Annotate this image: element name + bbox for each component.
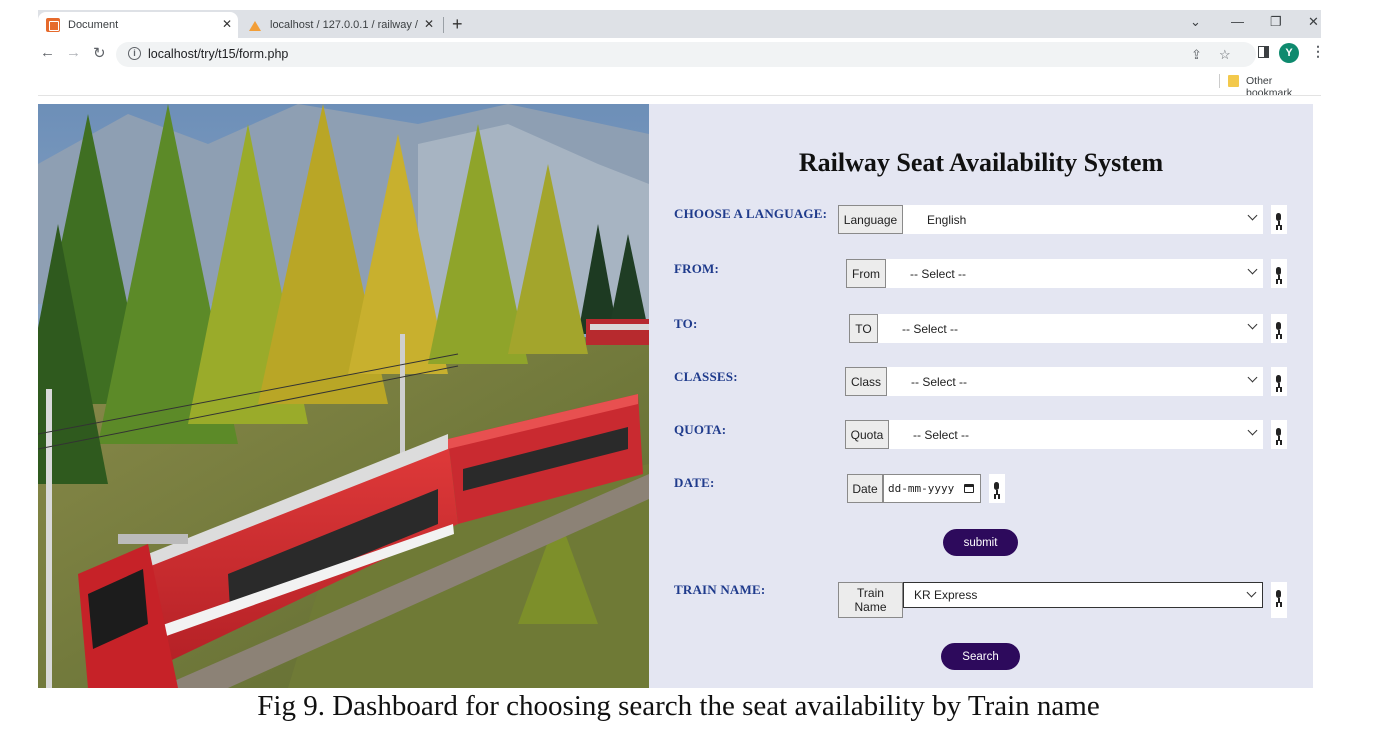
menu-kebab-icon[interactable]: ⋮ (1311, 43, 1325, 60)
minimize-icon[interactable]: — (1231, 14, 1244, 29)
submit-button[interactable]: submit (943, 529, 1018, 556)
close-tab-icon[interactable]: ✕ (424, 17, 434, 31)
from-mic-icon[interactable] (1271, 259, 1287, 288)
from-select-value: -- Select -- (910, 266, 967, 281)
train-name-mic-icon[interactable] (1271, 582, 1287, 618)
tab-title: Document (68, 19, 119, 31)
train-name-addon-line1: Train (857, 586, 884, 600)
profile-avatar[interactable]: Y (1279, 43, 1299, 63)
address-bar[interactable]: i localhost/try/t15/form.php ⇪ ☆ (116, 42, 1256, 67)
figure-caption: Fig 9. Dashboard for choosing search the… (257, 690, 1100, 722)
tab-phpmyadmin[interactable]: localhost / 127.0.0.1 / railway / t... ✕ (240, 12, 440, 38)
language-select[interactable]: English (903, 205, 1263, 234)
browser-toolbar: ← → ↻ i localhost/try/t15/form.php ⇪ ☆ Y… (38, 38, 1325, 70)
to-select-value: -- Select -- (902, 321, 959, 336)
close-window-icon[interactable]: ✕ (1308, 14, 1319, 30)
date-label: DATE: (674, 475, 715, 490)
chevron-down-icon (1247, 425, 1258, 436)
classes-label: CLASSES: (674, 369, 738, 384)
search-button[interactable]: Search (941, 643, 1020, 670)
site-info-icon[interactable]: i (128, 47, 141, 60)
quota-label: QUOTA: (674, 422, 727, 437)
quota-select[interactable]: -- Select -- (889, 420, 1263, 449)
classes-mic-icon[interactable] (1271, 367, 1287, 396)
to-label: TO: (674, 316, 698, 331)
restore-icon[interactable]: ❐ (1270, 14, 1282, 30)
close-tab-icon[interactable]: ✕ (222, 17, 232, 31)
chevron-down-icon (1247, 210, 1258, 221)
bookmark-star-icon[interactable]: ☆ (1219, 47, 1231, 63)
train-name-addon-line2: Name (854, 600, 887, 614)
seat-availability-form: Railway Seat Availability System CHOOSE … (649, 104, 1313, 688)
from-label: FROM: (674, 261, 720, 276)
date-addon: Date (847, 474, 883, 503)
chevron-down-icon (1247, 319, 1258, 330)
calendar-icon[interactable] (964, 484, 974, 493)
train-name-select[interactable]: KR Express (903, 582, 1263, 608)
language-select-value: English (927, 212, 967, 227)
forward-arrow-icon[interactable]: → (66, 44, 81, 61)
side-panel-icon[interactable] (1258, 46, 1269, 58)
to-select[interactable]: -- Select -- (878, 314, 1263, 343)
tab-strip: Document ✕ localhost / 127.0.0.1 / railw… (38, 10, 1321, 38)
bookmarks-separator (1219, 74, 1220, 88)
quota-addon: Quota (845, 420, 889, 449)
chrome-divider (38, 95, 1321, 96)
chevron-down-icon (1247, 372, 1258, 383)
class-addon: Class (845, 367, 887, 396)
folder-icon (1228, 75, 1239, 87)
url-text: localhost/try/t15/form.php (148, 47, 289, 61)
quota-mic-icon[interactable] (1271, 420, 1287, 449)
bookmarks-bar: Other bookmark (38, 70, 1321, 99)
back-arrow-icon[interactable]: ← (40, 44, 55, 61)
reload-icon[interactable]: ↻ (93, 44, 106, 62)
language-addon: Language (838, 205, 903, 234)
page-title: Railway Seat Availability System (798, 148, 1164, 177)
language-mic-icon[interactable] (1271, 205, 1287, 234)
from-select[interactable]: -- Select -- (886, 259, 1263, 288)
train-name-label: TRAIN NAME: (674, 582, 766, 597)
tab-title: localhost / 127.0.0.1 / railway / t... (270, 19, 420, 31)
classes-select[interactable]: -- Select -- (887, 367, 1263, 396)
train-name-addon: Train Name (838, 582, 903, 618)
language-label: CHOOSE A LANGUAGE: (674, 206, 828, 221)
classes-select-value: -- Select -- (911, 374, 968, 389)
chevron-down-icon (1246, 587, 1257, 598)
share-icon[interactable]: ⇪ (1191, 47, 1202, 63)
phpmyadmin-favicon-icon (248, 18, 262, 32)
chevron-down-icon (1247, 264, 1258, 275)
to-addon: TO (849, 314, 878, 343)
document-favicon-icon (46, 18, 60, 32)
date-mic-icon[interactable] (989, 474, 1005, 503)
date-input[interactable]: dd-mm-yyyy (883, 474, 981, 503)
tab-separator (443, 17, 444, 33)
from-addon: From (846, 259, 886, 288)
quota-select-value: -- Select -- (913, 427, 970, 442)
tab-document[interactable]: Document ✕ (38, 12, 238, 38)
train-name-select-value: KR Express (914, 588, 978, 602)
to-mic-icon[interactable] (1271, 314, 1287, 343)
date-input-placeholder: dd-mm-yyyy (888, 482, 955, 495)
new-tab-icon[interactable]: + (452, 14, 463, 35)
train-photo (38, 104, 649, 688)
tab-search-chevron-icon[interactable]: ⌄ (1190, 14, 1201, 30)
